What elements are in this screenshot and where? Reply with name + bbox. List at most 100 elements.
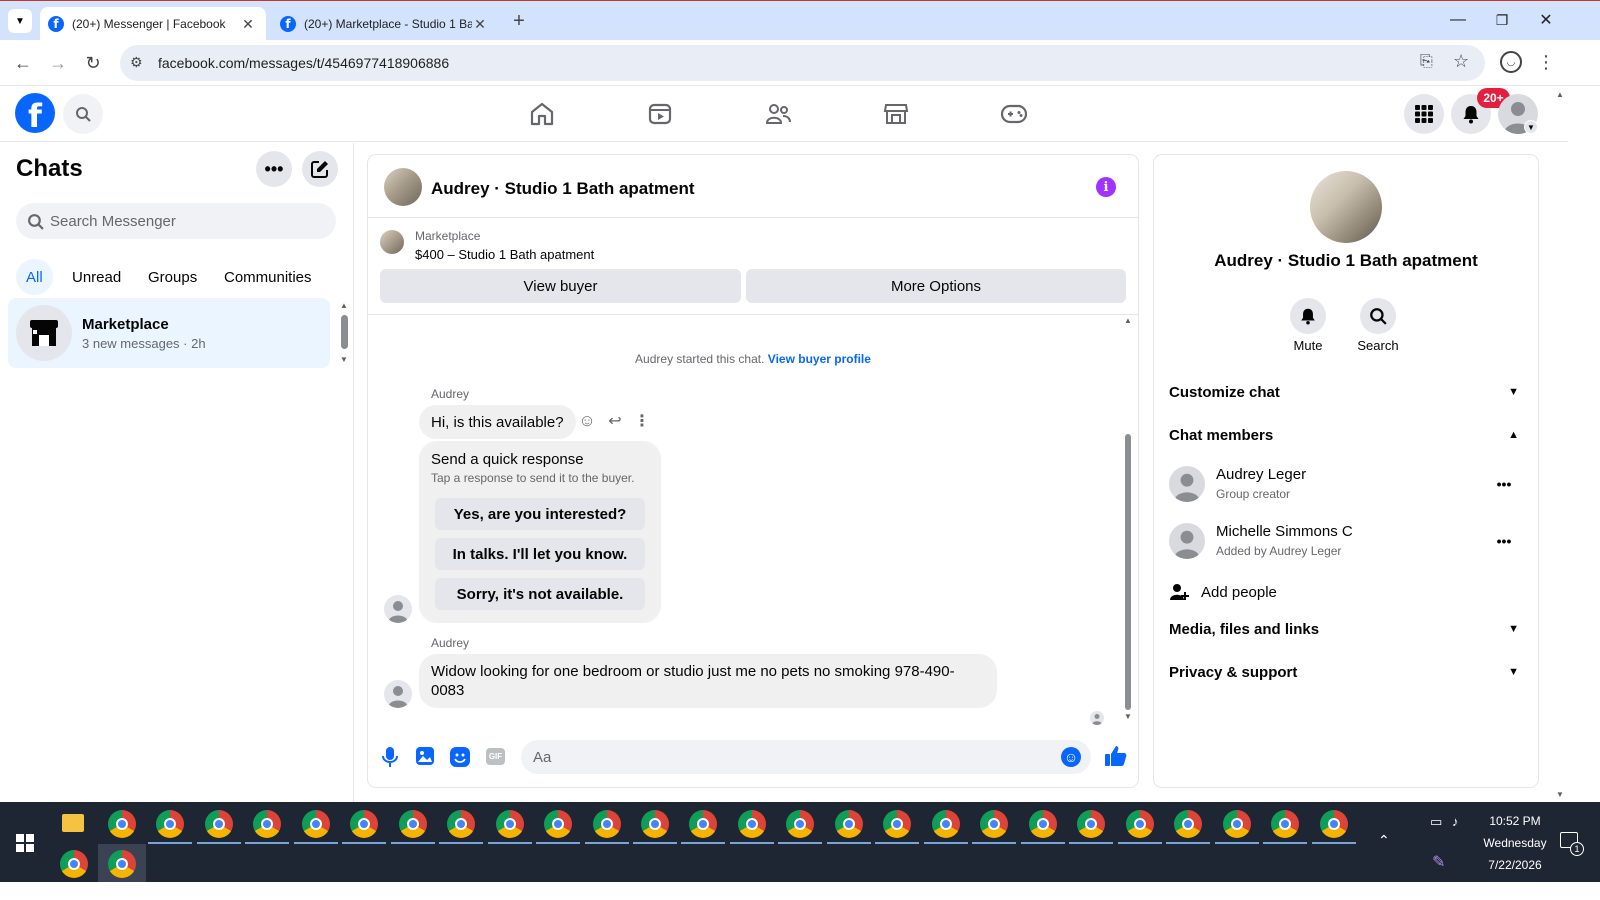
view-buyer-profile-link[interactable]: View buyer profile <box>768 352 871 366</box>
install-app-icon[interactable]: ⎘ <box>1420 53 1433 71</box>
chat-members-row[interactable]: Chat members ▲ <box>1169 415 1523 455</box>
member-options-icon[interactable]: ••• <box>1489 529 1519 553</box>
chrome-app-icon[interactable] <box>689 810 717 838</box>
message-bubble[interactable]: Hi, is this available? <box>419 405 576 439</box>
filter-groups[interactable]: Groups <box>138 259 207 295</box>
sticker-icon[interactable] <box>450 747 470 767</box>
quick-response-in-talks[interactable]: In talks. I'll let you know. <box>435 538 645 570</box>
forward-button[interactable]: → <box>42 47 74 79</box>
chrome-app-icon[interactable] <box>1126 810 1154 838</box>
bookmark-star-icon[interactable]: ☆ <box>1453 51 1469 72</box>
thumbs-up-icon[interactable] <box>1105 745 1127 767</box>
sender-avatar[interactable] <box>384 680 412 708</box>
message-scrollbar[interactable]: ▲ ▼ <box>1122 316 1134 726</box>
chrome-app-icon[interactable] <box>156 810 184 838</box>
nav-home[interactable] <box>486 96 598 132</box>
react-emoji-icon[interactable]: ☺ <box>576 410 598 432</box>
chrome-app-icon[interactable] <box>1320 810 1348 838</box>
new-tab-button[interactable]: + <box>507 9 531 33</box>
chat-list-item-marketplace[interactable]: Marketplace 3 new messages · 2h <box>8 298 330 368</box>
search-messenger-input[interactable]: Search Messenger <box>16 203 336 239</box>
customize-chat-row[interactable]: Customize chat ▼ <box>1169 372 1523 412</box>
chrome-app-icon[interactable] <box>350 810 378 838</box>
chrome-app-icon[interactable] <box>108 810 136 838</box>
chrome-app-icon[interactable] <box>932 810 960 838</box>
close-window-button[interactable]: ✕ <box>1528 5 1564 35</box>
media-files-row[interactable]: Media, files and links ▼ <box>1169 609 1523 649</box>
facebook-search-button[interactable] <box>63 94 103 134</box>
chats-scrollbar[interactable]: ▲ ▼ <box>339 301 349 364</box>
info-icon[interactable]: i <box>1096 177 1116 197</box>
page-scroll-up-icon[interactable]: ▲ <box>1556 90 1564 99</box>
tab-close-icon[interactable]: ✕ <box>240 16 256 32</box>
chats-options-button[interactable]: ••• <box>256 151 292 187</box>
tray-overflow-icon[interactable]: ⌃ <box>1378 832 1390 849</box>
message-bubble[interactable]: Widow looking for one bedroom or studio … <box>419 654 997 708</box>
chrome-app-icon[interactable] <box>253 810 281 838</box>
chrome-app-icon[interactable] <box>108 850 136 878</box>
chrome-app-icon[interactable] <box>1223 810 1251 838</box>
facebook-logo[interactable]: f <box>15 93 55 135</box>
chrome-app-icon[interactable] <box>593 810 621 838</box>
chrome-app-icon[interactable] <box>205 810 233 838</box>
chrome-app-icon[interactable] <box>60 850 88 878</box>
microphone-icon[interactable] <box>382 747 398 767</box>
chrome-app-icon[interactable] <box>447 810 475 838</box>
emoji-icon[interactable]: ☺ <box>1061 747 1081 767</box>
chrome-app-icon[interactable] <box>1029 810 1057 838</box>
chrome-app-icon[interactable] <box>738 810 766 838</box>
browser-menu-icon[interactable]: ⋮ <box>1535 49 1557 75</box>
chrome-app-icon[interactable] <box>302 810 330 838</box>
add-people-button[interactable]: Add people <box>1169 574 1523 610</box>
quick-response-not-available[interactable]: Sorry, it's not available. <box>435 578 645 610</box>
page-scroll-down-icon[interactable]: ▼ <box>1556 790 1564 799</box>
address-bar[interactable]: ⚙ facebook.com/messages/t/45469774189068… <box>120 45 1485 81</box>
conversation-title[interactable]: Audrey · Studio 1 Bath apatment <box>431 179 695 199</box>
reload-button[interactable]: ↻ <box>77 47 109 79</box>
privacy-support-row[interactable]: Privacy & support ▼ <box>1169 652 1523 692</box>
pen-icon[interactable]: ✎ <box>1432 852 1445 872</box>
chrome-app-icon[interactable] <box>544 810 572 838</box>
new-message-button[interactable] <box>302 151 338 187</box>
filter-communities[interactable]: Communities <box>214 259 322 295</box>
network-icon[interactable]: ▭ <box>1430 814 1442 830</box>
tab-close-icon[interactable]: ✕ <box>472 16 488 32</box>
tab-marketplace[interactable]: f (20+) Marketplace - Studio 1 Ba ✕ <box>272 7 498 41</box>
chrome-app-icon[interactable] <box>399 810 427 838</box>
chrome-app-icon[interactable] <box>496 810 524 838</box>
mute-button[interactable] <box>1290 298 1326 334</box>
message-more-icon[interactable]: ⋮ <box>632 410 652 432</box>
listing-title[interactable]: $400 – Studio 1 Bath apatment <box>415 247 594 262</box>
view-buyer-button[interactable]: View buyer <box>380 269 741 303</box>
filter-unread[interactable]: Unread <box>62 259 131 295</box>
chrome-app-icon[interactable] <box>1077 810 1105 838</box>
more-options-button[interactable]: More Options <box>746 269 1126 303</box>
tab-search-button[interactable]: ▼ <box>8 9 32 33</box>
minimize-window-button[interactable]: — <box>1440 5 1476 35</box>
chrome-app-icon[interactable] <box>641 810 669 838</box>
sender-avatar[interactable] <box>384 595 412 623</box>
chrome-app-icon[interactable] <box>786 810 814 838</box>
chat-info-avatar[interactable] <box>1310 171 1382 243</box>
quick-response-yes[interactable]: Yes, are you interested? <box>435 498 645 530</box>
chrome-app-icon[interactable] <box>980 810 1008 838</box>
nav-gaming[interactable] <box>958 96 1070 132</box>
filter-all[interactable]: All <box>16 259 53 295</box>
nav-video[interactable] <box>604 96 716 132</box>
member-row[interactable]: Michelle Simmons C Added by Audrey Leger… <box>1169 517 1523 569</box>
account-chevron-icon[interactable]: ▼ <box>1524 120 1538 134</box>
profile-icon[interactable]: ◡ <box>1500 51 1522 73</box>
file-explorer-icon[interactable] <box>62 814 84 832</box>
back-button[interactable]: ← <box>7 47 39 79</box>
photo-icon[interactable] <box>416 747 434 765</box>
chrome-app-icon[interactable] <box>1271 810 1299 838</box>
message-input[interactable]: Aa ☺ <box>521 740 1091 774</box>
chrome-app-icon[interactable] <box>883 810 911 838</box>
member-options-icon[interactable]: ••• <box>1489 472 1519 496</box>
listing-thumbnail[interactable] <box>384 168 422 206</box>
restore-window-button[interactable]: ❐ <box>1484 5 1520 35</box>
chrome-app-icon[interactable] <box>835 810 863 838</box>
tab-messenger[interactable]: f (20+) Messenger | Facebook ✕ <box>40 7 266 41</box>
menu-button[interactable] <box>1404 94 1444 134</box>
gif-icon[interactable]: GIF <box>486 748 505 765</box>
